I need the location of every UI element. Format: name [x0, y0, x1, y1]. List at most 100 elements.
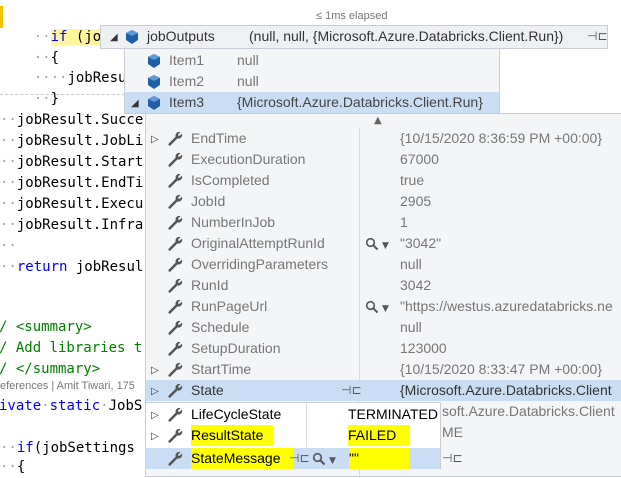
- comment-line: / Add libraries t: [0, 338, 142, 358]
- run-property-row[interactable]: ▷ State ⊣⊏ {Microsoft.Azure.Databricks.Clie…: [146, 380, 621, 401]
- tuple-item-row[interactable]: Item2 null: [125, 71, 499, 92]
- state-property-row[interactable]: StateMessage ⊣⊏ ▼ ⊣⊏ "": [146, 448, 463, 469]
- property-name: NumberInJob: [191, 214, 276, 230]
- datatip-joboutputs[interactable]: ◢ jobOutputs (null, null, {Microsoft.Azu…: [100, 25, 608, 49]
- code-text: jobResult.Execu: [16, 196, 144, 212]
- codelens-references[interactable]: eferences | Amit Tiwari, 175: [0, 380, 135, 392]
- property-name: IsCompleted: [191, 172, 270, 188]
- code-text: (jobSettings: [33, 440, 135, 456]
- code-text: jobResult.Infra: [16, 217, 144, 233]
- text-visualizer-icon[interactable]: ▼: [312, 451, 336, 475]
- scroll-up-button[interactable]: ▲: [146, 114, 621, 128]
- code-line: ··jobResult.Execu: [0, 194, 143, 214]
- state-property-row[interactable]: ▷ ResultState FAILED: [146, 425, 440, 446]
- cube-icon: [126, 30, 138, 44]
- expand-arrow-icon[interactable]: ▷: [151, 129, 159, 150]
- property-name: RunPageUrl: [191, 298, 268, 314]
- property-wrench-icon: [166, 340, 184, 358]
- pin-icon[interactable]: ⊣⊏: [289, 448, 310, 469]
- tuple-item-row[interactable]: Item1 null: [125, 50, 499, 71]
- property-name: JobId: [191, 193, 226, 209]
- code-text: jobResult.EndTi: [16, 175, 144, 191]
- property-wrench-icon: [166, 298, 184, 316]
- run-property-row[interactable]: Schedule null: [146, 317, 621, 338]
- run-property-row[interactable]: SetupDuration 123000: [146, 338, 621, 359]
- if-keyword: if: [16, 440, 34, 456]
- indent-dots: ··: [0, 196, 17, 212]
- run-property-row[interactable]: IsCompleted true: [146, 170, 621, 191]
- private-keyword: ivate: [0, 398, 42, 414]
- property-wrench-icon: [166, 361, 184, 379]
- code-line-brace-close: ··}: [0, 69, 59, 107]
- indent-dots: ··: [0, 440, 17, 456]
- run-property-row[interactable]: ▷ StartTime {10/15/2020 8:33:47 PM +00:00}: [146, 359, 621, 380]
- property-value: {10/15/2020 8:36:59 PM +00:00}: [400, 130, 603, 146]
- item-value: null: [237, 73, 259, 89]
- property-wrench-icon: [166, 235, 184, 253]
- indent-dots: ··: [0, 459, 17, 475]
- space-dot: ·: [100, 398, 109, 414]
- property-value: "": [349, 448, 409, 469]
- property-name: EndTime: [191, 130, 247, 146]
- code-line-private: ivate·static·JobS: [0, 396, 142, 416]
- run-property-row[interactable]: OriginalAttemptRunId ▼ "3042": [146, 233, 621, 254]
- expand-arrow-icon[interactable]: ▷: [151, 405, 159, 426]
- indent-dots: ··: [0, 259, 17, 275]
- run-property-row[interactable]: RunPageUrl ▼ "https://westus.azuredatabric…: [146, 296, 621, 317]
- property-value: FAILED: [348, 425, 411, 446]
- indent-dots: ··: [0, 175, 17, 191]
- code-line-return: ··return jobResul: [0, 257, 143, 277]
- pin-icon[interactable]: ⊣⊏: [587, 26, 608, 47]
- indent-dots: ··: [0, 112, 17, 128]
- property-wrench-icon: [166, 450, 184, 468]
- run-property-row[interactable]: ▷ EndTime {10/15/2020 8:36:59 PM +00:00}: [146, 128, 621, 149]
- expand-arrow-icon[interactable]: ▷: [151, 360, 159, 381]
- tuple-item-row-selected[interactable]: ◢ Item3 {Microsoft.Azure.Databricks.Clie…: [125, 92, 499, 113]
- property-wrench-icon: [166, 193, 184, 211]
- property-name: OriginalAttemptRunId: [191, 235, 325, 251]
- datatip-state-properties[interactable]: ▷ LifeCycleState TERMINATED ▷ ResultState FAI…: [145, 402, 463, 469]
- indent-dots: ··: [0, 238, 17, 254]
- pin-icon[interactable]: ⊣⊏: [341, 380, 362, 401]
- item-value: null: [237, 52, 259, 68]
- property-value: 3042: [400, 277, 432, 293]
- run-property-row[interactable]: ExecutionDuration 67000: [146, 149, 621, 170]
- separator: [0, 94, 130, 95]
- state-property-row[interactable]: ▷ LifeCycleState TERMINATED: [146, 404, 440, 425]
- expand-arrow-icon[interactable]: ▷: [151, 381, 159, 402]
- datatip-tuple-items[interactable]: Item1 null Item2 null ◢ Item3 {Microsoft…: [124, 48, 500, 114]
- property-value: {Microsoft.Azure.Databricks.Client: [400, 382, 612, 398]
- comment-text: / </summary>: [0, 361, 101, 377]
- run-property-row[interactable]: JobId 2905: [146, 191, 621, 212]
- property-value: null: [400, 319, 422, 335]
- property-value: 123000: [400, 340, 447, 356]
- item-name: Item3: [169, 94, 205, 110]
- expand-arrow-icon[interactable]: ▷: [151, 426, 159, 447]
- comment-text: / <summary>: [0, 319, 92, 335]
- property-value: "3042": [400, 235, 442, 251]
- property-value: null: [400, 256, 422, 272]
- property-value: true: [400, 172, 425, 188]
- comment-text: / Add libraries t: [0, 340, 143, 356]
- item-name: Item1: [169, 52, 205, 68]
- run-property-row[interactable]: OverridingParameters null: [146, 254, 621, 275]
- code-line-brace2: ··{: [0, 457, 25, 477]
- pin-icon[interactable]: ⊣⊏: [442, 448, 463, 469]
- code-text: jobResult.Start: [16, 154, 144, 170]
- property-name: OverridingParameters: [191, 256, 328, 272]
- code-line-if2: ··if(jobSettings: [0, 438, 135, 458]
- property-value: "https://westus.azuredatabricks.ne: [400, 298, 613, 314]
- scroll-up-arrow-icon[interactable]: ▲: [374, 115, 382, 126]
- datatip-row-joboutputs[interactable]: ◢ jobOutputs (null, null, {Microsoft.Azu…: [101, 26, 608, 48]
- property-name: RunId: [191, 277, 229, 293]
- collapse-arrow-icon[interactable]: ◢: [110, 27, 118, 48]
- code-line: ··jobResult.Start: [0, 152, 143, 172]
- run-property-row[interactable]: RunId 3042: [146, 275, 621, 296]
- property-wrench-icon: [166, 151, 184, 169]
- indent-dots: ··: [0, 217, 17, 233]
- property-wrench-icon: [166, 256, 184, 274]
- collapse-arrow-icon[interactable]: ◢: [131, 93, 139, 114]
- code-line-jobresult: ····jobResult: [0, 48, 144, 86]
- run-property-row[interactable]: NumberInJob 1: [146, 212, 621, 233]
- property-wrench-icon: [166, 382, 184, 400]
